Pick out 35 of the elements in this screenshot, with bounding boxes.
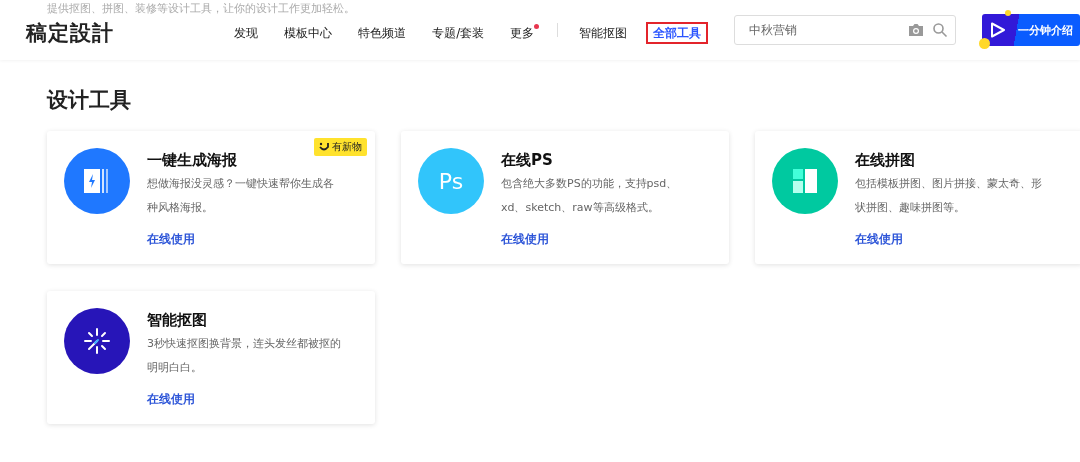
decor-dot xyxy=(979,38,991,49)
tool-description: 3秒快速抠图换背景，连头发丝都被抠的明明白白。 xyxy=(147,336,342,376)
use-online-link[interactable]: 在线使用 xyxy=(147,232,342,247)
tool-title: 在线拼图 xyxy=(855,151,916,170)
camera-icon[interactable] xyxy=(908,22,925,38)
play-icon xyxy=(990,22,1007,38)
nav-link[interactable]: 更多 xyxy=(503,22,542,44)
nav-link[interactable]: 特色频道 xyxy=(351,22,414,44)
logo[interactable]: 稿定設計 xyxy=(26,22,206,44)
use-online-link[interactable]: 在线使用 xyxy=(501,232,696,247)
new-badge: 有新物 xyxy=(314,138,367,156)
tool-title: 在线PS xyxy=(501,151,554,170)
nav-link[interactable]: 全部工具 xyxy=(646,22,709,44)
tool-description: 包括模板拼图、图片拼接、蒙太奇、形状拼图、趣味拼图等。 xyxy=(855,176,1043,216)
tool-description: 包含绝大多数PS的功能，支持psd、xd、sketch、raw等高级格式。 xyxy=(501,176,679,216)
photoshop-icon: Ps xyxy=(418,148,484,214)
tool-card[interactable]: 在线拼图 包括模板拼图、图片拼接、蒙太奇、形状拼图、趣味拼图等。 在线使用 xyxy=(755,131,1080,264)
nav-link[interactable]: 模板中心 xyxy=(277,22,340,44)
tool-card[interactable]: 一键生成海报 想做海报没灵感？一键快速帮你生成各种风格海报。 在线使用 有新物 xyxy=(47,131,375,264)
nav-link[interactable]: 专题/套装 xyxy=(425,22,492,44)
tool-description: 想做海报没灵感？一键快速帮你生成各种风格海报。 xyxy=(147,176,335,216)
decor-dot xyxy=(1005,10,1012,16)
smile-icon xyxy=(319,142,329,152)
tool-title: 智能抠图 xyxy=(147,311,208,330)
tool-title: 一键生成海报 xyxy=(147,151,238,170)
nav-link[interactable]: 发现 xyxy=(227,22,266,44)
use-online-link[interactable]: 在线使用 xyxy=(855,232,1050,247)
search-field[interactable]: 中秋营销 xyxy=(734,15,957,45)
tool-card[interactable]: 智能抠图 3秒快速抠图换背景，连头发丝都被抠的明明白白。 在线使用 xyxy=(47,291,375,424)
search-icon[interactable] xyxy=(932,22,949,38)
use-online-link[interactable]: 在线使用 xyxy=(147,392,342,407)
section-title: 设计工具 xyxy=(47,87,132,114)
tool-card[interactable]: Ps 在线PS 包含绝大多数PS的功能，支持psd、xd、sketch、raw等高级格式。 在线使用 xyxy=(401,131,729,264)
nav-link[interactable]: 智能抠图 xyxy=(572,22,635,44)
page-description: 提供抠图、拼图、装修等设计工具，让你的设计工作更加轻松。 xyxy=(47,2,355,16)
